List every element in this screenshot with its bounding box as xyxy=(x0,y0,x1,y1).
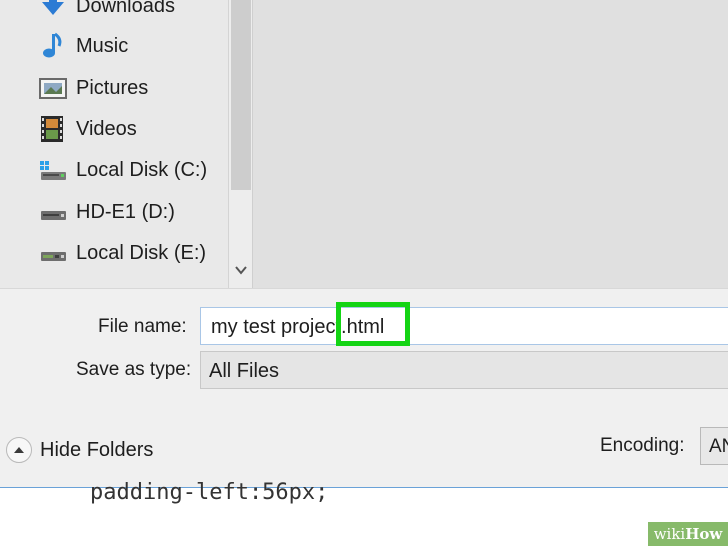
hide-folders-label: Hide Folders xyxy=(40,438,154,461)
save-dialog-form: File name: my test project.html Save as … xyxy=(0,288,728,489)
sidebar-item-hd-e1-d[interactable]: HD-E1 (D:) xyxy=(38,194,175,230)
music-note-icon xyxy=(38,31,68,61)
watermark-prefix: wiki xyxy=(653,525,686,543)
sidebar-scrollbar[interactable] xyxy=(228,0,253,288)
sidebar-item-local-disk-e[interactable]: Local Disk (E:) xyxy=(38,235,206,271)
scrollbar-thumb[interactable] xyxy=(231,0,251,190)
encoding-select[interactable]: AN xyxy=(700,427,728,465)
sidebar-item-local-disk-c[interactable]: Local Disk (C:) xyxy=(38,152,207,188)
encoding-value: AN xyxy=(709,436,728,457)
save-as-type-value: All Files xyxy=(209,360,280,382)
picture-icon xyxy=(38,73,68,103)
sidebar-item-label: Pictures xyxy=(76,76,149,99)
watermark-logo: wiki How xyxy=(648,522,728,546)
sidebar-item-label: HD-E1 (D:) xyxy=(76,200,175,223)
sidebar-item-pictures[interactable]: Pictures xyxy=(38,70,148,106)
save-as-type-label: Save as type: xyxy=(76,359,192,380)
download-arrow-icon xyxy=(38,0,68,21)
sidebar-item-label: Local Disk (E:) xyxy=(76,241,207,264)
watermark-suffix: How xyxy=(685,525,723,543)
file-name-input[interactable]: my test project.html xyxy=(200,307,728,345)
sidebar-item-label: Downloads xyxy=(76,0,175,17)
hide-folders-button[interactable]: Hide Folders xyxy=(6,435,153,465)
sidebar-item-label: Local Disk (C:) xyxy=(76,158,208,181)
film-icon xyxy=(38,114,68,144)
windows-drive-icon xyxy=(38,155,68,185)
file-name-value: my test project.html xyxy=(211,316,385,338)
chevron-down-icon[interactable] xyxy=(233,262,249,278)
sidebar-item-music[interactable]: Music xyxy=(38,28,128,64)
code-editor: padding-left:56px; wiki How xyxy=(0,480,728,546)
encoding-label: Encoding: xyxy=(600,435,685,456)
file-list-pane[interactable] xyxy=(252,0,728,288)
sidebar-item-downloads[interactable]: Downloads xyxy=(38,0,175,24)
sidebar-item-label: Music xyxy=(76,34,129,57)
save-as-type-select[interactable]: All Files xyxy=(200,351,728,389)
code-line: padding-left:56px; xyxy=(90,480,329,505)
file-name-label: File name: xyxy=(98,316,187,337)
sidebar-item-videos[interactable]: Videos xyxy=(38,111,137,147)
sidebar-item-label: Videos xyxy=(76,117,137,140)
navigation-pane: Downloads Music Pictures Videos Local Di… xyxy=(0,0,228,288)
drive-icon xyxy=(38,238,68,268)
drive-icon xyxy=(38,197,68,227)
chevron-up-icon xyxy=(6,437,32,463)
